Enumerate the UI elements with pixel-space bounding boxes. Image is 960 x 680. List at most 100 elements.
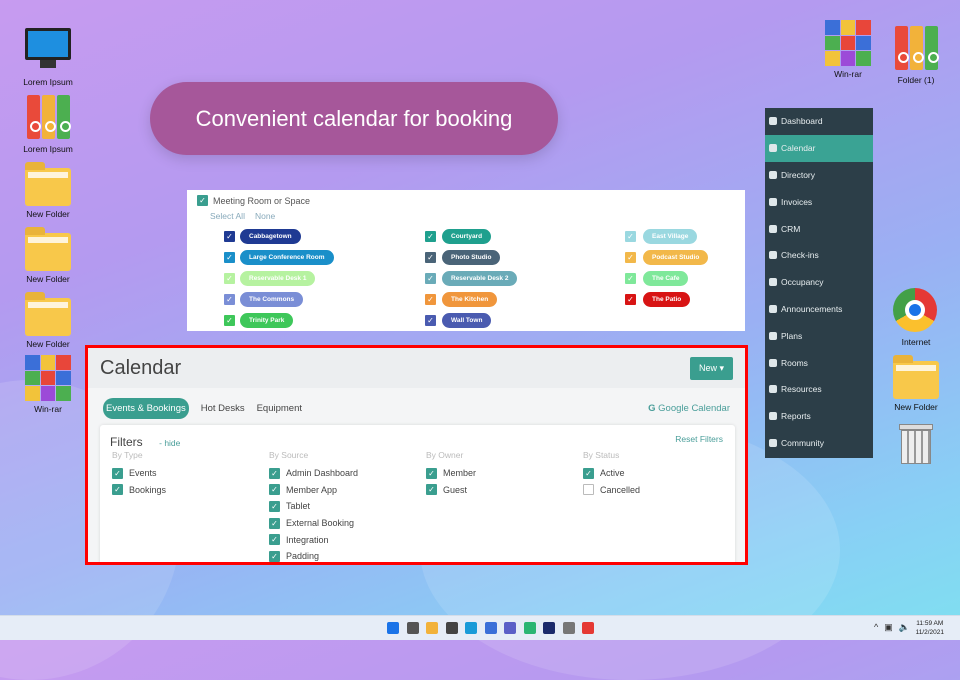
- room-chip[interactable]: The Commons: [240, 292, 304, 307]
- sidebar-item-occupancy[interactable]: Occupancy: [765, 269, 873, 296]
- room-checkbox[interactable]: ✓: [224, 273, 235, 284]
- room-chip[interactable]: Large Conference Room: [240, 250, 334, 265]
- sidebar-item-crm[interactable]: CRM: [765, 215, 873, 242]
- room-chip[interactable]: Reservable Desk 2: [442, 271, 518, 286]
- room-chip[interactable]: Photo Studio: [442, 250, 501, 265]
- sidebar-item-community[interactable]: Community: [765, 430, 873, 457]
- room-chip[interactable]: Podcast Studio: [643, 250, 709, 265]
- room-checkbox[interactable]: ✓: [625, 273, 636, 284]
- filter-checkbox[interactable]: [583, 484, 594, 496]
- room-checkbox[interactable]: ✓: [625, 252, 636, 263]
- file-explorer-icon[interactable]: [426, 622, 438, 634]
- group-checkbox[interactable]: ✓: [197, 195, 208, 206]
- volume-icon[interactable]: 🔈: [899, 622, 910, 633]
- desktop-icon[interactable]: Folder (1): [886, 26, 946, 85]
- desktop-icon[interactable]: Win-rar: [818, 20, 878, 79]
- room-chip[interactable]: The Cafe: [643, 271, 689, 286]
- camera-icon[interactable]: [445, 622, 458, 634]
- network-icon[interactable]: ▣: [884, 622, 893, 633]
- filter-checkbox[interactable]: ✓: [112, 467, 123, 479]
- settings-icon[interactable]: [562, 622, 575, 634]
- room-checkbox[interactable]: ✓: [625, 231, 636, 242]
- room-checkbox[interactable]: ✓: [625, 294, 636, 305]
- search-icon[interactable]: [406, 622, 419, 634]
- sidebar-item-resources[interactable]: Resources: [765, 376, 873, 403]
- room-checkbox[interactable]: ✓: [425, 294, 436, 305]
- system-tray[interactable]: ^ ▣ 🔈: [874, 622, 910, 633]
- filter-checkbox[interactable]: ✓: [269, 550, 280, 562]
- desktop-icon[interactable]: New Folder: [18, 160, 78, 219]
- room-chip[interactable]: Wall Town: [442, 313, 492, 328]
- desktop-icon[interactable]: Lorem Ipsum: [18, 95, 78, 154]
- desktop-icon[interactable]: Internet: [886, 288, 946, 347]
- room-chip[interactable]: The Kitchen: [442, 292, 498, 307]
- sidebar-item-reports[interactable]: Reports: [765, 403, 873, 430]
- new-button[interactable]: New ▾: [689, 356, 733, 380]
- desktop-icon[interactable]: Lorem Ipsum: [18, 28, 78, 87]
- desktop-icon[interactable]: New Folder: [18, 290, 78, 349]
- room-chip[interactable]: The Patio: [643, 292, 691, 307]
- room-chip[interactable]: Trinity Park: [240, 313, 294, 328]
- room-checkbox[interactable]: ✓: [425, 273, 436, 284]
- select-all-link[interactable]: Select All: [210, 211, 245, 221]
- desktop-icon[interactable]: Win-rar: [18, 355, 78, 414]
- edge-icon[interactable]: [465, 622, 477, 634]
- filter-option[interactable]: ✓ External Booking: [269, 515, 358, 532]
- sidebar-item-rooms[interactable]: Rooms: [765, 349, 873, 376]
- hide-filters-link[interactable]: - hide: [159, 438, 180, 448]
- room-checkbox[interactable]: ✓: [425, 231, 436, 242]
- maps-icon[interactable]: [523, 622, 536, 634]
- room-chip[interactable]: East Village: [643, 229, 698, 244]
- room-checkbox[interactable]: ✓: [224, 294, 235, 305]
- tray-chevron[interactable]: ^: [874, 622, 878, 633]
- sidebar-item-dashboard[interactable]: Dashboard: [765, 108, 873, 135]
- filter-option[interactable]: ✓ Member App: [269, 482, 358, 499]
- filter-option[interactable]: ✓ Active: [583, 465, 640, 482]
- sidebar-item-calendar[interactable]: Calendar: [765, 134, 873, 162]
- sidebar-item-directory[interactable]: Directory: [765, 162, 873, 189]
- filter-option[interactable]: Cancelled: [583, 482, 640, 499]
- room-checkbox[interactable]: ✓: [224, 315, 235, 326]
- desktop-icon[interactable]: New Folder: [886, 353, 946, 412]
- room-checkbox[interactable]: ✓: [224, 252, 235, 263]
- room-chip[interactable]: Cabbagetown: [240, 229, 301, 244]
- filter-checkbox[interactable]: ✓: [426, 484, 437, 496]
- windows-start-icon[interactable]: [387, 622, 399, 634]
- desktop-icon[interactable]: New Folder: [18, 225, 78, 284]
- select-none-link[interactable]: None: [255, 211, 275, 221]
- room-chip[interactable]: Courtyard: [442, 229, 492, 244]
- filter-option[interactable]: ✓ Admin Dashboard: [269, 465, 358, 482]
- teams-icon[interactable]: [504, 622, 516, 634]
- clock[interactable]: 11:59 AM 11/2/2021: [916, 619, 944, 637]
- tab-events-bookings[interactable]: Events & Bookings: [103, 398, 189, 419]
- filter-option[interactable]: ✓ Tablet: [269, 498, 358, 515]
- filter-checkbox[interactable]: ✓: [426, 467, 437, 479]
- room-checkbox[interactable]: ✓: [224, 231, 235, 242]
- filter-option[interactable]: ✓ Member: [426, 465, 476, 482]
- room-checkbox[interactable]: ✓: [425, 315, 436, 326]
- sidebar-item-check-ins[interactable]: Check-ins: [765, 242, 873, 269]
- filter-option[interactable]: ✓ Integration: [269, 531, 358, 548]
- filter-checkbox[interactable]: ✓: [112, 484, 123, 496]
- room-checkbox[interactable]: ✓: [425, 252, 436, 263]
- filter-checkbox[interactable]: ✓: [269, 517, 280, 529]
- sidebar-item-announcements[interactable]: Announcements: [765, 296, 873, 323]
- reset-filters-link[interactable]: Reset Filters: [675, 434, 723, 444]
- filter-option[interactable]: ✓ Events: [112, 465, 166, 482]
- filter-checkbox[interactable]: ✓: [583, 467, 594, 479]
- filter-checkbox[interactable]: ✓: [269, 534, 280, 546]
- filter-checkbox[interactable]: ✓: [269, 500, 280, 512]
- room-chip[interactable]: Reservable Desk 1: [240, 271, 316, 286]
- filter-option[interactable]: ✓ Guest: [426, 482, 476, 499]
- filter-checkbox[interactable]: ✓: [269, 484, 280, 496]
- store-icon[interactable]: [484, 622, 497, 634]
- chrome-icon[interactable]: [582, 622, 594, 634]
- tab-hot-desks[interactable]: Hot Desks: [201, 403, 245, 414]
- filter-checkbox[interactable]: ✓: [269, 467, 280, 479]
- tab-equipment[interactable]: Equipment: [257, 403, 302, 414]
- filter-option[interactable]: ✓ Padding: [269, 548, 358, 562]
- filter-option[interactable]: ✓ Bookings: [112, 482, 166, 499]
- sidebar-item-plans[interactable]: Plans: [765, 322, 873, 349]
- google-calendar-link[interactable]: G Google Calendar: [648, 403, 730, 414]
- app-icon[interactable]: [543, 622, 555, 634]
